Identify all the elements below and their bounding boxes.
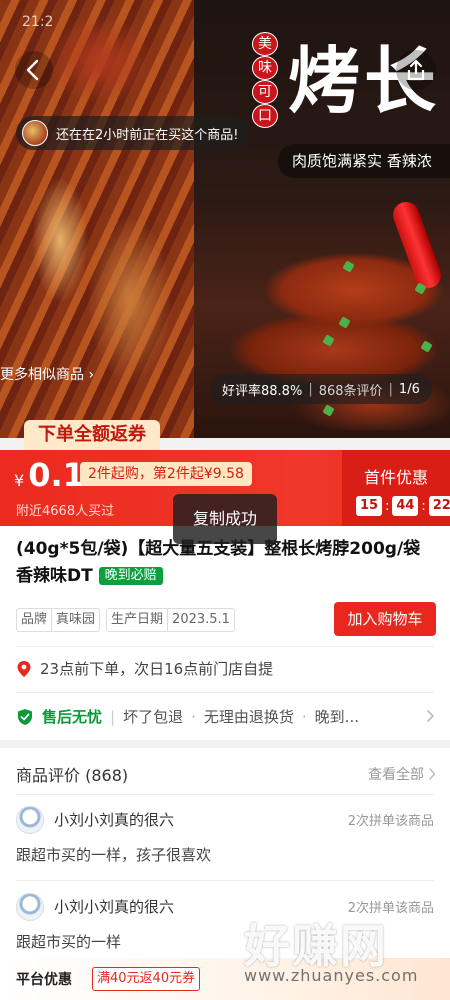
price: ¥ 0.1 <box>14 456 85 494</box>
divider <box>16 880 434 881</box>
status-time: 21:2 <box>22 14 54 30</box>
currency-symbol: ¥ <box>14 471 25 490</box>
view-all-reviews-link[interactable]: 查看全部 <box>368 764 436 784</box>
product-image-carousel[interactable]: 美 味 可 口 烤长 肉质饱满紧实 香辣浓 21:2 还在在2小时前正在买这个商… <box>0 0 450 438</box>
product-title-text: (40g*5包/袋)【超大量五支装】整根长烤脖200g/袋香辣味DT <box>16 539 421 586</box>
reviewer-name: 小刘小刘真的很六 <box>54 811 175 829</box>
separator: · <box>301 707 307 726</box>
divider <box>16 794 434 795</box>
after-sale-item: 无理由退换货 <box>203 708 294 726</box>
similar-products-link[interactable]: 更多相似商品 › <box>0 364 94 384</box>
positive-rate: 好评率88.8% <box>222 383 303 399</box>
attribute-key: 品牌 <box>21 612 48 627</box>
share-icon <box>407 59 425 81</box>
separator: | <box>110 707 116 726</box>
location-pin-icon <box>17 660 31 677</box>
view-all-label: 查看全部 <box>368 767 424 783</box>
reviewer-name: 小刘小刘真的很六 <box>54 898 175 916</box>
pickup-info[interactable]: 23点前下单，次日16点前门店自提 <box>16 658 273 679</box>
rating-summary[interactable]: 好评率88.8% | 868条评价 | 1/6 <box>210 374 432 404</box>
avatar <box>16 893 44 921</box>
refund-tag: 下单全额返券 <box>24 420 160 450</box>
after-sale-item: 晚到... <box>314 708 359 726</box>
buyer-avatar <box>22 120 48 146</box>
countdown-timer: 15 : 44 : 22 <box>356 496 450 516</box>
attribute-brand: 品牌 真味园 <box>16 608 101 632</box>
review-text: 跟超市买的一样 <box>16 933 122 951</box>
product-info-card: (40g*5包/袋)【超大量五支装】整根长烤脖200g/袋香辣味DT 晚到必赔 … <box>0 526 450 740</box>
review-text: 跟超市买的一样，孩子很喜欢 <box>16 846 212 864</box>
reviews-heading: 商品评价 (868) <box>16 766 129 785</box>
back-button[interactable] <box>14 50 54 90</box>
hero-slogan: 肉质饱满紧实 香辣浓 <box>278 144 450 178</box>
avatar <box>16 806 44 834</box>
copy-success-toast: 复制成功 <box>173 494 277 544</box>
product-title[interactable]: (40g*5包/袋)【超大量五支装】整根长烤脖200g/袋香辣味DT 晚到必赔 <box>16 536 436 590</box>
late-compensation-badge: 晚到必赔 <box>98 567 163 585</box>
seal-stamp: 美 味 可 口 <box>252 32 278 128</box>
nearby-buyers: 附近4668人买过 <box>16 504 115 519</box>
review-count: 868条评价 <box>318 383 383 399</box>
separator: | <box>388 381 393 397</box>
attribute-production-date: 生产日期 2023.5.1 <box>106 608 235 632</box>
separator: · <box>191 707 196 726</box>
first-deal-label: 首件优惠 <box>363 468 428 487</box>
after-sale-title: 售后无忧 <box>42 708 103 726</box>
countdown-minutes: 44 <box>392 496 419 516</box>
countdown-seconds: 22 <box>428 496 450 516</box>
recent-buyer-text: 还在在2小时前正在买这个商品! <box>56 127 239 143</box>
promo-chip: 2件起购，第2件起¥9.58 <box>80 462 252 486</box>
separator: | <box>308 381 313 397</box>
attribute-row: 品牌 真味园 生产日期 2023.5.1 <box>16 608 235 632</box>
shield-check-icon <box>18 708 32 725</box>
recent-buyer-notice: 还在在2小时前正在买这个商品! <box>16 116 251 150</box>
seal-char: 口 <box>252 104 278 128</box>
pickup-text: 23点前下单，次日16点前门店自提 <box>40 660 274 678</box>
attribute-value: 真味园 <box>51 609 99 631</box>
divider <box>16 692 434 693</box>
watermark-url: www.zhuanyes.com <box>244 966 419 985</box>
attribute-value: 2023.5.1 <box>167 609 234 631</box>
after-sale-guarantee[interactable]: 售后无忧 | 坏了包退 · 无理由退换货 · 晚到... <box>16 706 359 727</box>
platform-discount-label: 平台优惠 <box>16 972 72 988</box>
chevron-left-icon <box>15 51 53 89</box>
carousel-indicator: 1/6 <box>398 381 420 397</box>
seal-char: 味 <box>252 56 278 80</box>
divider <box>16 646 434 647</box>
seal-char: 可 <box>252 80 278 104</box>
chevron-right-icon <box>429 768 436 780</box>
chevron-right-icon[interactable] <box>424 709 436 723</box>
similar-products-label: 更多相似商品 <box>0 367 84 383</box>
add-to-cart-button[interactable]: 加入购物车 <box>334 602 436 636</box>
attribute-key: 生产日期 <box>111 612 164 627</box>
coupon-badge: 满40元返40元券 <box>92 967 201 991</box>
purchase-count: 2次拼单该商品 <box>347 814 434 829</box>
share-button[interactable] <box>396 50 436 90</box>
seal-char: 美 <box>252 32 278 56</box>
countdown-hours: 15 <box>356 496 382 516</box>
after-sale-item: 坏了包退 <box>123 708 184 726</box>
chevron-right-icon: › <box>88 367 95 383</box>
price-amount: 0.1 <box>28 456 85 494</box>
first-item-deal: 首件优惠 15 : 44 : 22 <box>342 450 450 526</box>
